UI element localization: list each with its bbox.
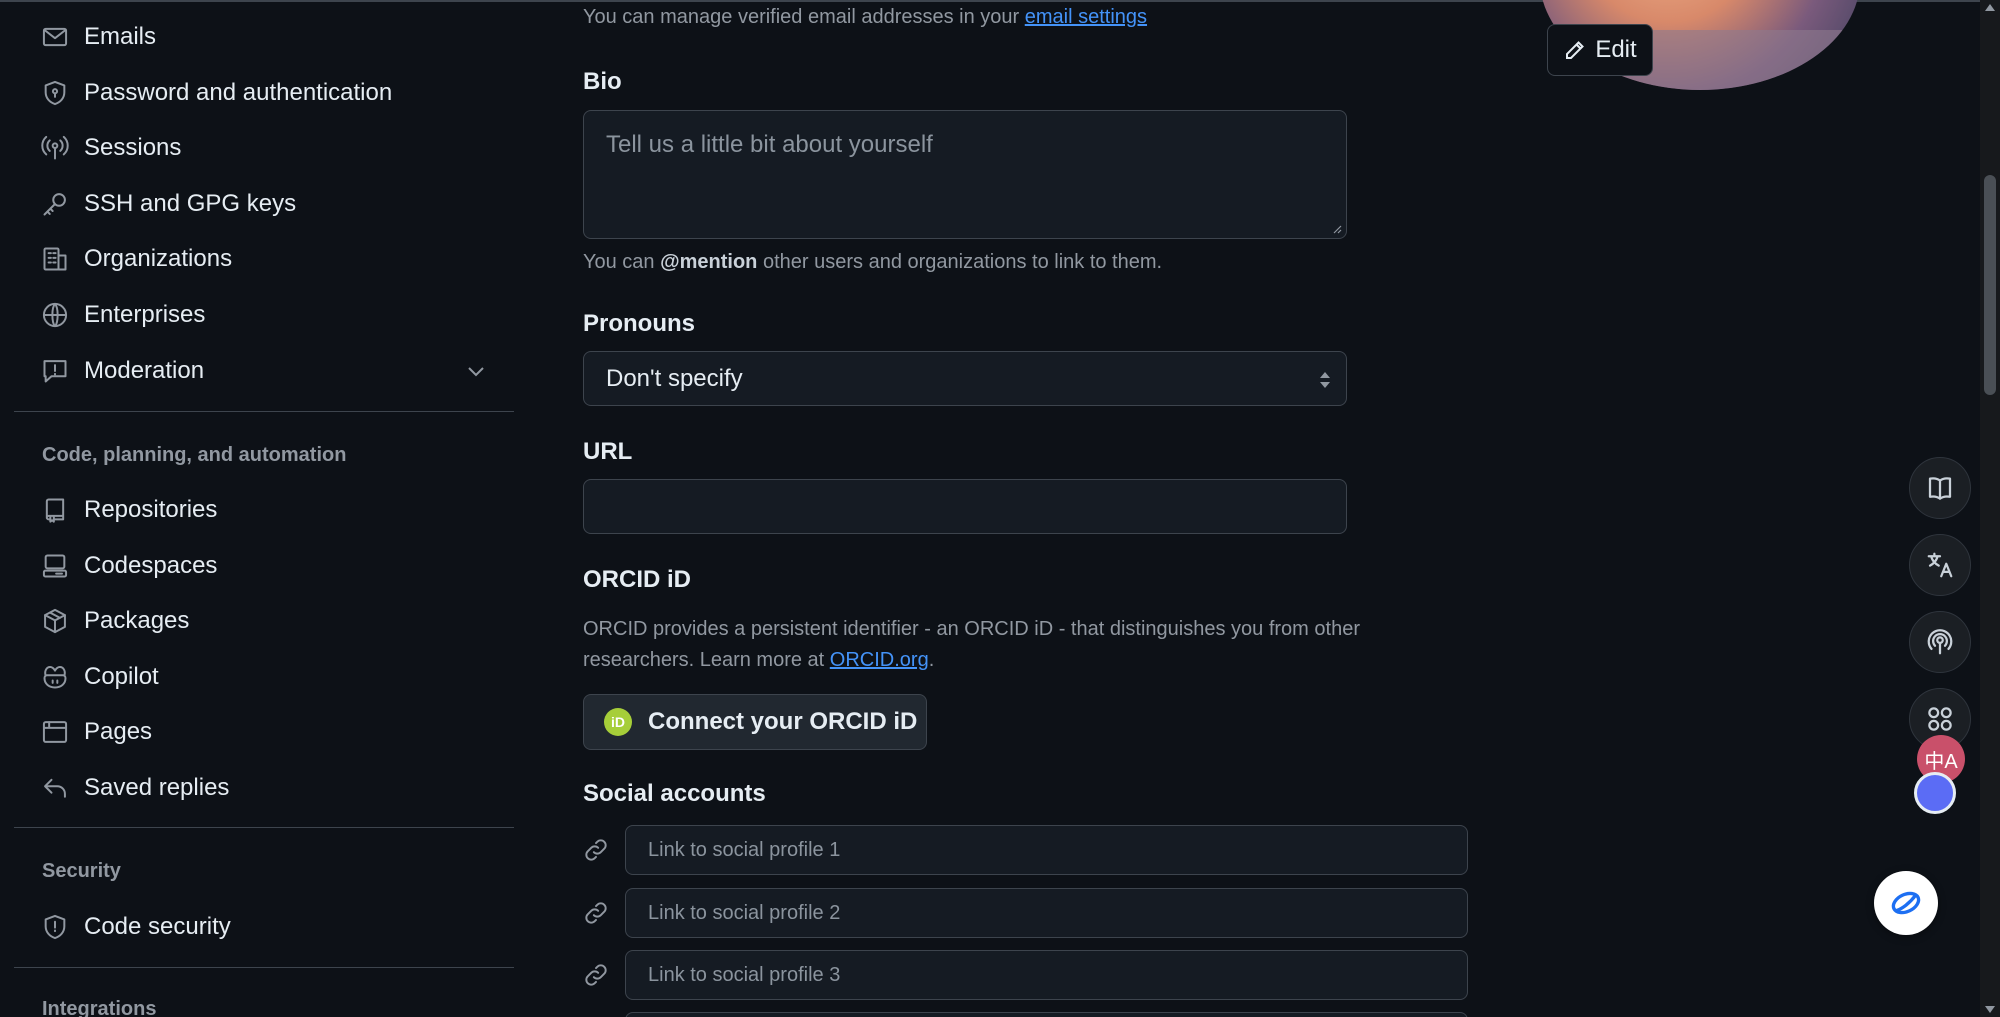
sidebar-item-label: Moderation — [84, 357, 205, 384]
shield-lock-icon — [40, 78, 70, 108]
pencil-icon — [1566, 41, 1585, 59]
sidebar-item-pages[interactable]: Pages — [40, 710, 510, 754]
link-icon — [583, 962, 609, 988]
email-settings-note: You can manage verified email addresses … — [583, 6, 1148, 28]
organization-icon — [40, 244, 70, 274]
sidebar-item-label: Organizations — [84, 245, 233, 272]
profile-form: You can manage verified email addresses … — [583, 0, 1483, 1017]
orcid-link[interactable]: ORCID.org — [830, 649, 929, 671]
social-profile-input-1[interactable]: Link to social profile 1 — [625, 825, 1468, 875]
email-settings-link[interactable]: email settings — [1025, 6, 1147, 28]
page-scrollbar[interactable] — [1980, 0, 2000, 1017]
sidebar-item-packages[interactable]: Packages — [40, 599, 510, 643]
bio-label: Bio — [583, 68, 622, 95]
sidebar-item-sessions[interactable]: Sessions — [40, 126, 510, 170]
social-profile-input-3[interactable]: Link to social profile 3 — [625, 950, 1468, 1000]
sidebar-item-enterprises[interactable]: Enterprises — [40, 293, 510, 337]
sidebar-item-label: Password and authentication — [84, 79, 393, 106]
key-icon — [40, 189, 70, 219]
sidebar-divider — [14, 411, 514, 412]
apps-icon — [1928, 707, 1952, 731]
sidebar-item-ssh-gpg-keys[interactable]: SSH and GPG keys — [40, 182, 510, 226]
sidebar-item-codespaces[interactable]: Codespaces — [40, 544, 510, 588]
sidebar-item-saved-replies[interactable]: Saved replies — [40, 766, 510, 810]
sidebar-item-label: Saved replies — [84, 774, 230, 801]
sidebar-item-code-security[interactable]: Code security — [40, 905, 510, 949]
sidebar-item-emails[interactable]: Emails — [40, 15, 510, 59]
sidebar-item-copilot[interactable]: Copilot — [40, 655, 510, 699]
translate-icon — [1927, 552, 1953, 578]
assistant-bot-icon[interactable] — [1914, 772, 1956, 814]
scrollbar-thumb[interactable] — [1984, 175, 1996, 395]
sidebar-item-moderation[interactable]: Moderation — [40, 349, 510, 393]
sidebar-item-password-authentication[interactable]: Password and authentication — [40, 71, 510, 115]
url-label: URL — [583, 438, 633, 465]
sidebar-item-label: Copilot — [84, 663, 159, 690]
sidebar-item-label: SSH and GPG keys — [84, 190, 297, 217]
assistant-launcher-button[interactable] — [1874, 871, 1938, 935]
sidebar-item-label: Codespaces — [84, 552, 218, 579]
link-icon — [583, 900, 609, 926]
resize-grip-icon[interactable] — [1332, 224, 1342, 234]
sidebar-divider — [14, 967, 514, 968]
section-title-code-planning: Code, planning, and automation — [42, 444, 347, 466]
reply-icon — [40, 773, 70, 803]
broadcast-icon — [40, 133, 70, 163]
sidebar-item-label: Enterprises — [84, 301, 206, 328]
social-profile-input-2[interactable]: Link to social profile 2 — [625, 888, 1468, 938]
sidebar-item-label: Code security — [84, 913, 231, 940]
sidebar-item-organizations[interactable]: Organizations — [40, 237, 510, 281]
edit-avatar-label: Edit — [1595, 36, 1637, 63]
settings-sidebar: Emails Password and authentication Sessi… — [0, 0, 530, 1017]
globe-icon — [40, 300, 70, 330]
pronouns-select[interactable]: Don't specify — [583, 351, 1347, 406]
bio-help-text: You can @mention other users and organiz… — [583, 251, 1163, 273]
podcast-tool-button[interactable] — [1909, 611, 1971, 673]
browser-icon — [40, 717, 70, 747]
bio-placeholder: Tell us a little bit about yourself — [606, 131, 933, 158]
sidebar-item-label: Pages — [84, 718, 153, 745]
pronouns-label: Pronouns — [583, 310, 695, 337]
edit-avatar-button[interactable]: Edit — [1547, 24, 1653, 76]
section-title-security: Security — [42, 860, 121, 882]
chevron-down-icon[interactable] — [464, 359, 488, 388]
scroll-down-arrow-icon[interactable] — [1985, 1006, 1995, 1013]
bio-textarea[interactable]: Tell us a little bit about yourself — [583, 110, 1347, 239]
sidebar-item-label: Repositories — [84, 496, 218, 523]
social-row: Link to social profile 2 — [583, 888, 1468, 938]
orcid-description: ORCID provides a persistent identifier -… — [583, 618, 1360, 671]
sidebar-item-label: Packages — [84, 607, 190, 634]
translate-tool-button[interactable] — [1909, 534, 1971, 596]
sidebar-divider — [14, 827, 514, 828]
sidebar-item-label: Emails — [84, 23, 157, 50]
codespaces-icon — [40, 551, 70, 581]
link-icon — [583, 837, 609, 863]
orcid-label: ORCID iD — [583, 566, 691, 593]
assistant-logo-icon — [1891, 891, 1921, 915]
url-input[interactable] — [583, 479, 1347, 534]
connect-orcid-button[interactable]: iD Connect your ORCID iD — [583, 694, 927, 750]
connect-orcid-label: Connect your ORCID iD — [648, 708, 918, 735]
orcid-logo-icon: iD — [604, 708, 632, 736]
social-row: Link to social profile 3 — [583, 950, 1468, 1000]
repo-icon — [40, 495, 70, 525]
reader-tool-button[interactable] — [1909, 457, 1971, 519]
report-icon — [40, 356, 70, 386]
sidebar-item-repositories[interactable]: Repositories — [40, 488, 510, 532]
book-icon — [1928, 477, 1952, 500]
mention-text: @mention — [660, 251, 758, 273]
sidebar-item-label: Sessions — [84, 134, 182, 161]
select-arrows-icon — [1320, 372, 1330, 388]
package-icon — [40, 606, 70, 636]
copilot-icon — [40, 662, 70, 692]
mail-icon — [40, 22, 70, 52]
podcast-icon — [1927, 629, 1953, 655]
shield-icon — [40, 912, 70, 942]
section-title-integrations: Integrations — [42, 998, 157, 1017]
scroll-up-arrow-icon[interactable] — [1985, 4, 1995, 11]
social-profile-input-4[interactable] — [625, 1012, 1468, 1017]
social-accounts-label: Social accounts — [583, 780, 766, 807]
social-row: Link to social profile 1 — [583, 825, 1468, 875]
pronouns-selected-value: Don't specify — [606, 365, 743, 392]
